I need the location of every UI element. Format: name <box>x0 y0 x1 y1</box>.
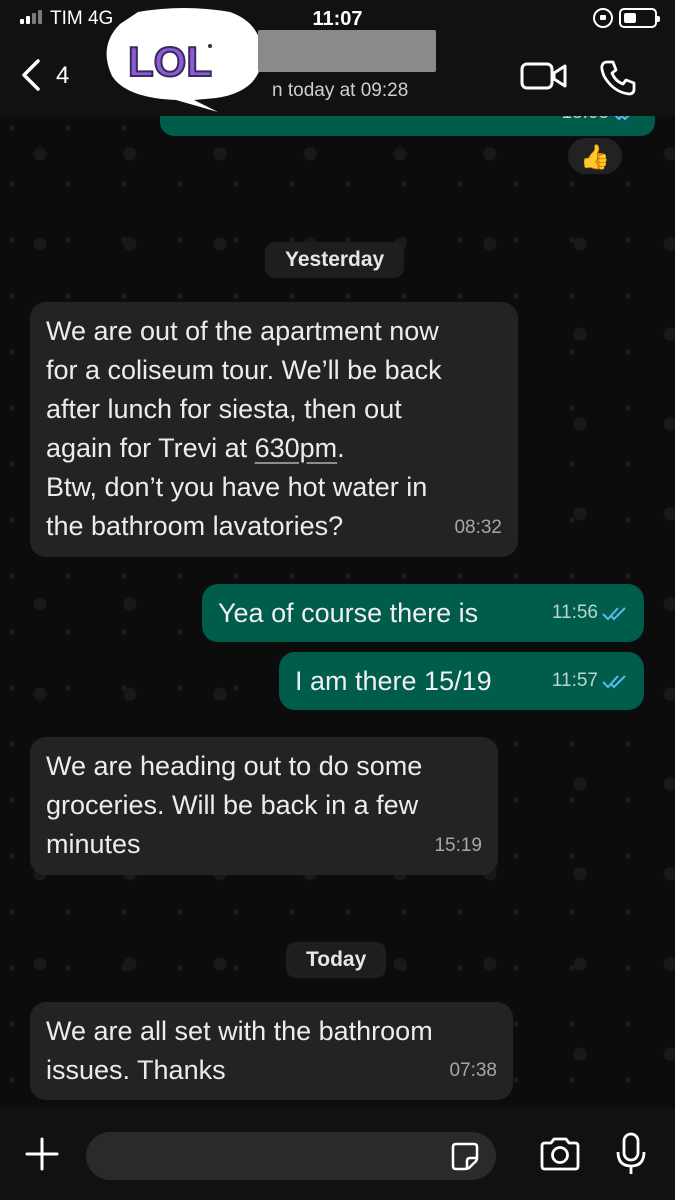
message-bubble-incoming[interactable]: We are all set with the bathroom issues.… <box>30 1002 513 1100</box>
read-ticks-icon <box>615 116 629 120</box>
back-chevron-icon[interactable] <box>18 58 44 92</box>
thumbs-up-reaction-icon[interactable]: 👍 <box>566 136 624 176</box>
rotation-lock-icon <box>593 8 613 28</box>
sticker-icon[interactable] <box>450 1141 480 1171</box>
message-bubble-incoming[interactable]: We are out of the apartment now for a co… <box>30 302 518 557</box>
message-time: 15:19 <box>434 835 482 856</box>
message-bubble-outgoing-partial[interactable]: 18:03 <box>160 116 655 136</box>
read-ticks-icon <box>602 674 626 688</box>
read-ticks-icon <box>602 606 626 620</box>
message-input-bar <box>0 1108 675 1200</box>
microphone-icon[interactable] <box>614 1132 648 1176</box>
message-time: 18:03 <box>561 116 609 132</box>
contact-name-redacted[interactable] <box>258 30 436 72</box>
message-bubble-outgoing[interactable]: Yea of course there is 11:56 <box>202 584 644 642</box>
message-input[interactable] <box>86 1132 496 1180</box>
phone-call-icon[interactable] <box>598 58 638 98</box>
avatar-text: LOL <box>128 38 212 85</box>
message-time: 11:56 <box>551 602 598 623</box>
date-separator-today: Today <box>286 942 387 978</box>
chat-message-list[interactable]: 18:03 👍 Yesterday We are out of the apar… <box>0 116 675 1108</box>
attach-plus-icon[interactable] <box>24 1136 60 1172</box>
chat-header: 4 LOL n today at 09:28 <box>0 8 675 116</box>
unread-count[interactable]: 4 <box>56 62 69 90</box>
message-text: We are all set with the bathroom issues.… <box>46 1016 433 1085</box>
video-call-icon[interactable] <box>520 60 568 92</box>
message-text: We are heading out to do some groceries.… <box>46 751 423 859</box>
message-bubble-incoming[interactable]: We are heading out to do some groceries.… <box>30 737 498 875</box>
message-time: 11:57 <box>551 670 598 691</box>
battery-icon <box>619 8 660 28</box>
last-seen-status: n today at 09:28 <box>272 80 409 101</box>
message-time: 07:38 <box>449 1060 497 1081</box>
message-text: We are out of the apartment now for a co… <box>46 316 442 541</box>
date-separator-yesterday: Yesterday <box>265 242 405 278</box>
camera-icon[interactable] <box>538 1136 582 1172</box>
message-link[interactable]: 630pm <box>255 433 338 463</box>
contact-avatar[interactable]: LOL <box>98 6 270 114</box>
message-bubble-outgoing[interactable]: I am there 15/19 11:57 <box>279 652 644 710</box>
message-time: 08:32 <box>454 517 502 538</box>
